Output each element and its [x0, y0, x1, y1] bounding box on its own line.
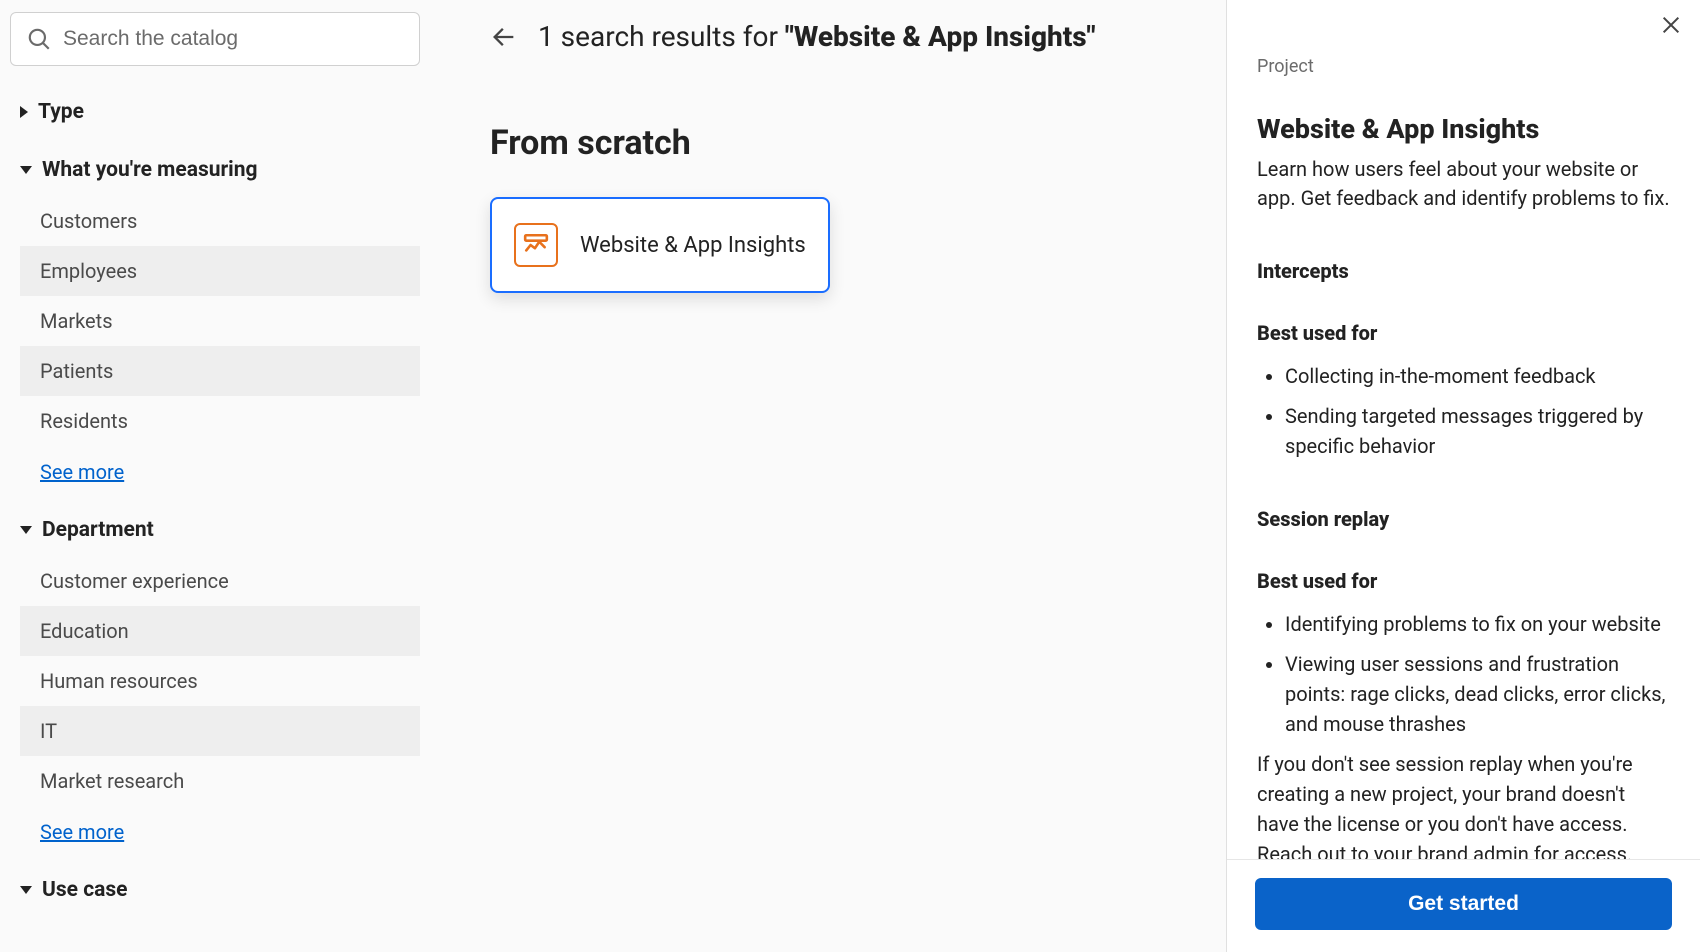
- results-header: 1 search results for "Website & App Insi…: [490, 20, 1186, 53]
- facet-use-case-header[interactable]: Use case: [20, 878, 420, 902]
- main-content: 1 search results for "Website & App Insi…: [430, 0, 1226, 952]
- panel-intercepts-best-used-for: Best used for: [1257, 321, 1670, 345]
- facet-item-education[interactable]: Education: [20, 606, 420, 656]
- chevron-down-icon: [20, 886, 32, 894]
- facet-department: Department Customer experience Education…: [10, 518, 420, 844]
- panel-session-replay-list: Identifying problems to fix on your webs…: [1257, 609, 1670, 739]
- panel-eyebrow: Project: [1257, 56, 1670, 77]
- facet-item-residents[interactable]: Residents: [20, 396, 420, 446]
- panel-note: If you don't see session replay when you…: [1257, 749, 1670, 859]
- facet-item-hr[interactable]: Human resources: [20, 656, 420, 706]
- facet-department-title: Department: [42, 518, 154, 542]
- facet-type-title: Type: [38, 100, 84, 124]
- chevron-down-icon: [20, 166, 32, 174]
- panel-session-bullet-1: Identifying problems to fix on your webs…: [1285, 609, 1670, 639]
- section-heading-from-scratch: From scratch: [490, 123, 1186, 163]
- close-icon[interactable]: [1660, 14, 1682, 40]
- panel-footer: Get started: [1227, 859, 1700, 952]
- panel-section-session-replay: Session replay: [1257, 507, 1670, 531]
- panel-section-intercepts: Intercepts: [1257, 259, 1670, 283]
- facet-item-it[interactable]: IT: [20, 706, 420, 756]
- panel-title: Website & App Insights: [1257, 113, 1670, 145]
- details-panel: Project Website & App Insights Learn how…: [1226, 0, 1700, 952]
- catalog-sidebar: Type What you're measuring Customers Emp…: [0, 0, 430, 952]
- result-card-website-app-insights[interactable]: Website & App Insights: [490, 197, 830, 293]
- facet-item-customers[interactable]: Customers: [20, 196, 420, 246]
- facet-item-employees[interactable]: Employees: [20, 246, 420, 296]
- panel-intercepts-list: Collecting in-the-moment feedback Sendin…: [1257, 361, 1670, 461]
- facet-item-markets[interactable]: Markets: [20, 296, 420, 346]
- search-input[interactable]: [10, 12, 420, 66]
- search-icon: [26, 26, 52, 52]
- facet-department-header[interactable]: Department: [20, 518, 420, 542]
- facet-measuring-see-more[interactable]: See more: [40, 460, 420, 484]
- facet-use-case: Use case: [10, 878, 420, 902]
- chevron-down-icon: [20, 526, 32, 534]
- facet-type: Type: [10, 100, 420, 124]
- facet-measuring-items: Customers Employees Markets Patients Res…: [20, 196, 420, 446]
- facet-type-header[interactable]: Type: [20, 100, 420, 124]
- get-started-button[interactable]: Get started: [1255, 878, 1672, 930]
- facet-measuring-title: What you're measuring: [42, 158, 258, 182]
- search-wrap: [10, 12, 420, 66]
- facet-item-patients[interactable]: Patients: [20, 346, 420, 396]
- back-arrow-icon[interactable]: [490, 23, 518, 51]
- facet-department-see-more[interactable]: See more: [40, 820, 420, 844]
- panel-intercepts-bullet-1: Collecting in-the-moment feedback: [1285, 361, 1670, 391]
- results-title: 1 search results for "Website & App Insi…: [538, 20, 1096, 53]
- panel-description: Learn how users feel about your website …: [1257, 155, 1670, 213]
- facet-measuring: What you're measuring Customers Employee…: [10, 158, 420, 484]
- facet-item-cx[interactable]: Customer experience: [20, 556, 420, 606]
- facet-department-items: Customer experience Education Human reso…: [20, 556, 420, 806]
- chevron-right-icon: [20, 106, 28, 118]
- panel-session-bullet-2: Viewing user sessions and frustration po…: [1285, 649, 1670, 739]
- panel-session-replay-best-used-for: Best used for: [1257, 569, 1670, 593]
- results-count-text: 1 search results for: [538, 20, 785, 53]
- facet-use-case-title: Use case: [42, 878, 128, 902]
- facet-measuring-header[interactable]: What you're measuring: [20, 158, 420, 182]
- results-query: "Website & App Insights": [785, 20, 1096, 53]
- facet-item-market-research[interactable]: Market research: [20, 756, 420, 806]
- panel-scroll[interactable]: Project Website & App Insights Learn how…: [1227, 0, 1700, 859]
- panel-intercepts-bullet-2: Sending targeted messages triggered by s…: [1285, 401, 1670, 461]
- dx-analytics-icon: [514, 223, 558, 267]
- result-card-label: Website & App Insights: [580, 233, 806, 258]
